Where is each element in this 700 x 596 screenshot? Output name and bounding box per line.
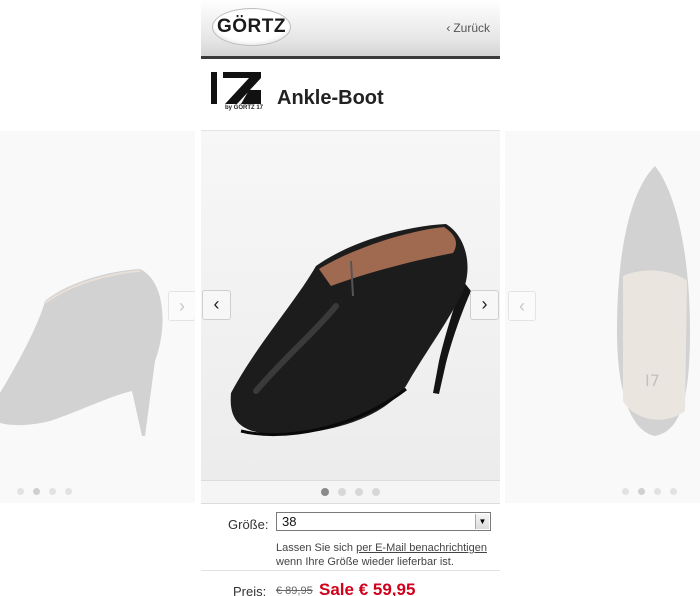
ghost-dot: [17, 488, 24, 495]
ankle-boot-image: [230, 224, 471, 437]
ghost-overlay: [0, 131, 195, 503]
next-slide-ghost: I7 ‹: [505, 131, 700, 503]
pagination-dot[interactable]: [355, 488, 363, 496]
size-select-value: 38: [282, 514, 297, 529]
sale-price: Sale € 59,95: [319, 580, 416, 596]
ghost-dot: [49, 488, 56, 495]
gallery-prev-button[interactable]: ‹: [202, 290, 231, 320]
price-label: Preis:: [233, 584, 267, 596]
ghost-dots-right: [622, 488, 677, 495]
email-notify-link[interactable]: per E-Mail benachrichtigen: [356, 542, 487, 554]
gallery-next-button[interactable]: ›: [470, 290, 499, 320]
ghost-dot: [638, 488, 645, 495]
gallery-pagination: [201, 480, 500, 504]
notify-suffix: wenn Ihre Größe wieder lieferbar ist.: [276, 556, 454, 568]
previous-slide-ghost: ›: [0, 131, 195, 503]
notify-prefix: Lassen Sie sich: [276, 542, 357, 554]
chevron-left-icon: ‹: [213, 294, 220, 314]
size-select[interactable]: 38 ▼: [276, 512, 491, 531]
back-button[interactable]: ‹ Zurück: [446, 21, 490, 35]
original-price: € 89,95: [276, 585, 313, 596]
stock-notification-text: Lassen Sie sich per E-Mail benachrichtig…: [276, 541, 498, 569]
pagination-dot[interactable]: [338, 488, 346, 496]
chevron-left-icon: ‹: [508, 291, 536, 321]
product-titlebar: by GÖRTZ 17 Ankle-Boot: [201, 59, 500, 131]
product-page: › I7 ‹ GÖRTZ ‹Zurück: [0, 0, 700, 596]
ghost-dot: [33, 488, 40, 495]
divider: [201, 570, 500, 571]
product-title: Ankle-Boot: [277, 87, 384, 109]
brand-logo-icon: [211, 72, 261, 104]
mobile-view: GÖRTZ ‹ Zurück by GÖRTZ 17 Ankle-Boot ‹ …: [201, 0, 500, 596]
ghost-dot: [670, 488, 677, 495]
chevron-right-icon: ›: [168, 291, 195, 321]
chevron-right-icon: ›: [481, 294, 488, 314]
ghost-dot: [622, 488, 629, 495]
brand-subtitle: by GÖRTZ 17: [225, 105, 264, 111]
ghost-dot: [65, 488, 72, 495]
ghost-dots-left: [17, 488, 72, 495]
product-gallery[interactable]: ‹ ›: [201, 131, 500, 480]
goertz-logo[interactable]: GÖRTZ: [212, 8, 291, 46]
chevron-left-icon: ‹: [446, 21, 451, 35]
size-label: Größe:: [228, 517, 269, 532]
pagination-dot-active[interactable]: [321, 488, 329, 496]
ghost-dot: [654, 488, 661, 495]
dropdown-arrow-icon: ▼: [475, 514, 489, 529]
app-header: GÖRTZ ‹ Zurück: [201, 0, 500, 59]
back-label: Zurück: [453, 21, 490, 35]
pagination-dot[interactable]: [372, 488, 380, 496]
